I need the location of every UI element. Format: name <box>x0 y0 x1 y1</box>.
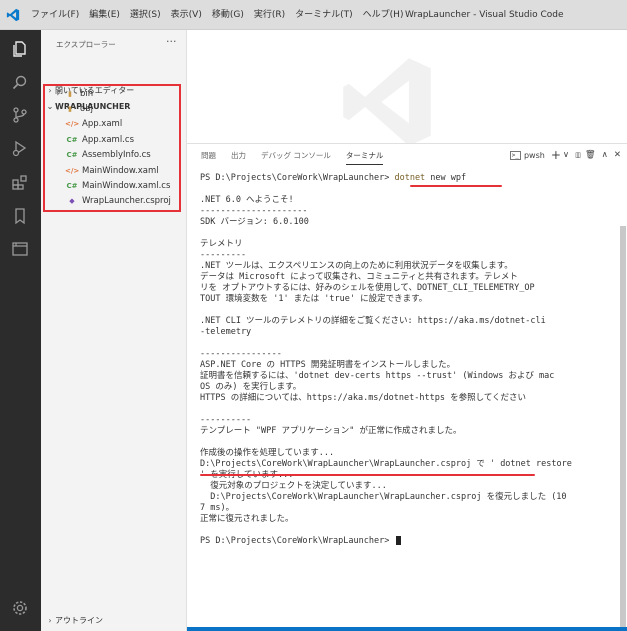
terminal-scrollbar[interactable] <box>620 226 626 631</box>
menu-bar: ファイル(F) 編集(E) 選択(S) 表示(V) 移動(G) 実行(R) ターミナル(T)… <box>26 0 408 30</box>
vscode-watermark-icon <box>343 58 431 146</box>
prompt-text: PS D:\Projects\CoreWork\WrapLauncher> <box>200 173 395 183</box>
terminal-line: .NET CLI ツールのテレメトリの詳細をご覧ください: https://ak… <box>200 316 546 326</box>
terminal-line: -telemetry <box>200 327 252 337</box>
menu-item[interactable]: 選択(S) <box>125 0 166 30</box>
menu-item[interactable]: 表示(V) <box>166 0 207 30</box>
terminal-line: ---------------- <box>200 349 282 359</box>
terminal-line: D:\Projects\CoreWork\WrapLauncher\WrapLa… <box>200 459 572 469</box>
command-args: new wpf <box>425 173 467 183</box>
menu-item[interactable]: ターミナル(T) <box>290 0 358 30</box>
terminal-line: .NET ツールは、エクスペリエンスの向上のために利用状況データを収集します。 <box>200 261 513 271</box>
terminal-line: --------- <box>200 250 247 260</box>
bookmark-icon[interactable] <box>9 205 31 227</box>
title-bar: ファイル(F) 編集(E) 選択(S) 表示(V) 移動(G) 実行(R) ターミナル(T)… <box>0 0 627 30</box>
final-prompt-text: PS D:\Projects\CoreWork\WrapLauncher> <box>200 536 395 546</box>
highlight-box <box>43 84 181 212</box>
command-underline <box>410 185 502 187</box>
outline-label: アウトライン <box>55 616 103 625</box>
extensions-icon[interactable] <box>9 171 31 193</box>
outline-section[interactable]: › アウトライン <box>45 615 103 626</box>
panel-tabs: 問題 出力 デバッグ コンソール ターミナル <box>201 150 398 165</box>
menu-item[interactable]: 実行(R) <box>249 0 290 30</box>
terminal-line: 証明書を信頼するには、'dotnet dev-certs https --tru… <box>200 371 555 381</box>
command-name: dotnet <box>394 173 426 183</box>
kill-terminal-icon[interactable]: 🗑 <box>585 150 596 160</box>
panel-tab[interactable]: 出力 <box>231 150 246 165</box>
terminal-line: D:\Projects\CoreWork\WrapLauncher\WrapLa… <box>200 492 567 502</box>
terminal-line: 復元対象のプロジェクトを決定しています... <box>200 481 387 491</box>
new-terminal-icon[interactable]: + <box>551 148 561 162</box>
terminal-line: テンプレート "WPF アプリケーション" が正常に作成されました。 <box>200 426 462 436</box>
terminal-line: SDK バージョン: 6.0.100 <box>200 217 309 227</box>
terminal-lines: .NET 6.0 へようこそ! --------------------- SDK … <box>200 184 620 536</box>
terminal-output[interactable]: PS D:\Projects\CoreWork\WrapLauncher> do… <box>200 173 620 547</box>
menu-item[interactable]: ヘルプ(H) <box>358 0 409 30</box>
terminal-shell-icon: >_ <box>509 150 521 160</box>
terminal-line: リを オプトアウトするには、好みのシェルを使用して、DOTNET_CLI_TEL… <box>200 283 535 293</box>
chevron-right-icon: › <box>48 616 52 625</box>
terminal-line: データは Microsoft によって収集され、コミュニティと共有されます。テレ… <box>200 272 518 282</box>
run-debug-icon[interactable] <box>9 137 31 159</box>
terminal-line: 作成後の操作を処理しています... <box>200 448 335 458</box>
terminal-line: テレメトリ <box>200 239 243 249</box>
shell-label[interactable]: pwsh <box>524 151 545 160</box>
terminal-line: TOUT 環境変数を '1' または 'true' に設定できます。 <box>200 294 428 304</box>
panel-tab[interactable]: デバッグ コンソール <box>261 150 331 165</box>
menu-item[interactable]: 移動(G) <box>207 0 249 30</box>
vscode-logo-icon <box>0 0 26 30</box>
terminal-line: HTTPS の詳細については、https://aka.ms/dotnet-htt… <box>200 393 527 403</box>
split-terminal-icon[interactable]: ▯▯ <box>575 151 581 159</box>
manage-gear-icon[interactable] <box>9 597 31 619</box>
search-icon[interactable] <box>9 72 31 94</box>
panel-tab[interactable]: 問題 <box>201 150 216 165</box>
terminal-line: 7 ms)。 <box>200 503 235 513</box>
explorer-icon[interactable] <box>9 38 31 60</box>
explorer-header: エクスプローラー <box>56 40 116 49</box>
menu-item[interactable]: 編集(E) <box>84 0 125 30</box>
bottom-panel: 問題 出力 デバッグ コンソール ターミナル >_ pwsh + ∨ ▯▯ 🗑 ∧ ✕… <box>187 143 627 631</box>
window-title: WrapLauncher - Visual Studio Code <box>405 10 564 20</box>
panel-tab[interactable]: ターミナル <box>345 150 384 165</box>
more-actions-icon[interactable]: ··· <box>166 35 177 48</box>
source-control-icon[interactable] <box>9 104 31 126</box>
terminal-line: ---------- <box>200 415 252 425</box>
remote-explorer-icon[interactable] <box>9 238 31 260</box>
terminal-line: --------------------- <box>200 206 308 216</box>
terminal-final-prompt: PS D:\Projects\CoreWork\WrapLauncher> <box>200 536 620 547</box>
terminal-cursor <box>396 536 402 545</box>
status-bar <box>187 627 627 631</box>
terminal-dropdown-icon[interactable]: ∨ <box>563 150 569 160</box>
panel-controls: >_ pwsh + ∨ ▯▯ 🗑 ∧ ✕ <box>504 148 621 162</box>
close-panel-icon[interactable]: ✕ <box>614 150 621 160</box>
success-underline <box>200 474 535 476</box>
terminal-command-line: PS D:\Projects\CoreWork\WrapLauncher> do… <box>200 173 620 184</box>
menu-item[interactable]: ファイル(F) <box>26 0 84 30</box>
terminal-line: .NET 6.0 へようこそ! <box>200 195 294 205</box>
terminal-line: 正常に復元されました。 <box>200 514 294 524</box>
terminal-line: ASP.NET Core の HTTPS 開発証明書をインストールしました。 <box>200 360 456 370</box>
maximize-panel-icon[interactable]: ∧ <box>602 150 608 160</box>
terminal-line: OS のみ) を実行します。 <box>200 382 302 392</box>
editor-area <box>187 30 627 146</box>
activity-bar <box>0 30 41 631</box>
